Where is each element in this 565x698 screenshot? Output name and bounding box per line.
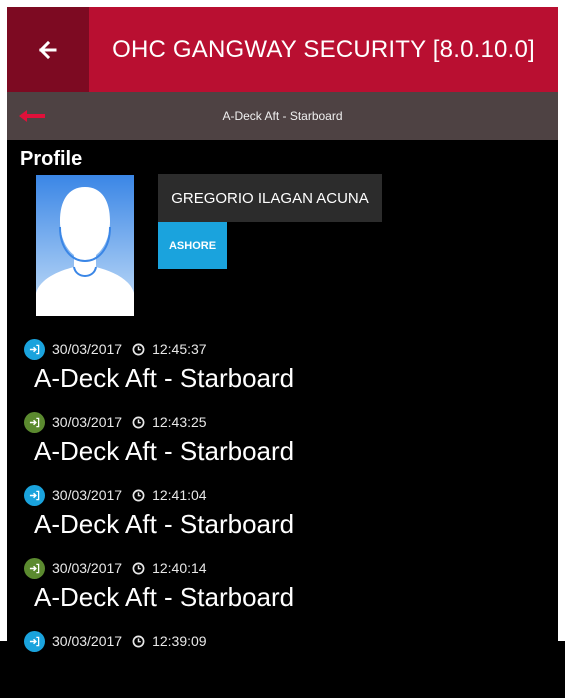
log-entry[interactable]: 30/03/2017 12:40:14 A-Deck Aft - Starboard: [0, 552, 565, 625]
back-button[interactable]: [7, 7, 89, 92]
sign-in-icon: [24, 630, 45, 652]
log-location: A-Deck Aft - Starboard: [34, 582, 295, 612]
location-title: A-Deck Aft - Starboard: [222, 109, 343, 123]
log-entry-meta: 30/03/2017 12:41:04: [24, 479, 207, 511]
log-date: 30/03/2017: [52, 341, 123, 357]
log-entry-meta: 30/03/2017 12:40:14: [24, 552, 207, 584]
clock-icon: [132, 343, 145, 355]
log-entry-meta: 30/03/2017 12:43:25: [24, 406, 207, 438]
log-entry[interactable]: 30/03/2017 12:43:25 A-Deck Aft - Starboard: [0, 406, 565, 479]
log-location: A-Deck Aft - Starboard: [34, 363, 295, 393]
log-time: 12:39:09: [152, 633, 207, 649]
crew-name: GREGORIO ILAGAN ACUNA: [158, 174, 382, 222]
location-bar: A-Deck Aft - Starboard: [7, 92, 558, 140]
clock-icon: [132, 416, 145, 428]
sign-in-icon: [24, 338, 45, 360]
log-entry[interactable]: 30/03/2017 12:45:37 A-Deck Aft - Starboard: [0, 333, 565, 406]
user-silhouette-icon: [36, 175, 134, 316]
log-location: A-Deck Aft - Starboard: [34, 436, 295, 466]
log-date: 30/03/2017: [52, 560, 123, 576]
sign-in-icon: [24, 411, 45, 433]
log-date: 30/03/2017: [52, 487, 123, 503]
status-badge: ASHORE: [158, 222, 227, 269]
movement-log: 30/03/2017 12:45:37 A-Deck Aft - Starboard…: [0, 333, 565, 698]
log-time: 12:45:37: [152, 341, 207, 357]
sign-in-icon: [24, 484, 45, 506]
log-time: 12:43:25: [152, 414, 207, 430]
arrow-left-icon: [38, 40, 57, 59]
log-time: 12:41:04: [152, 487, 207, 503]
log-location: A-Deck Aft - Starboard: [34, 509, 295, 539]
profile-heading: Profile: [20, 148, 83, 170]
app-header: OHC GANGWAY SECURITY [8.0.10.0]: [7, 7, 558, 92]
clock-icon: [132, 635, 145, 647]
log-entry-meta: 30/03/2017 12:45:37: [24, 333, 207, 365]
log-entry[interactable]: 30/03/2017 12:41:04 A-Deck Aft - Starboard: [0, 479, 565, 552]
avatar: [36, 175, 134, 316]
clock-icon: [132, 562, 145, 574]
clock-icon: [132, 489, 145, 501]
log-date: 30/03/2017: [52, 633, 123, 649]
app-title: OHC GANGWAY SECURITY [8.0.10.0]: [112, 35, 535, 63]
log-date: 30/03/2017: [52, 414, 123, 430]
log-entry[interactable]: 30/03/2017 12:39:09: [0, 625, 565, 698]
window-frame-top: [0, 0, 565, 7]
log-time: 12:40:14: [152, 560, 207, 576]
sign-in-icon: [24, 557, 45, 579]
log-entry-meta: 30/03/2017 12:39:09: [24, 625, 207, 657]
